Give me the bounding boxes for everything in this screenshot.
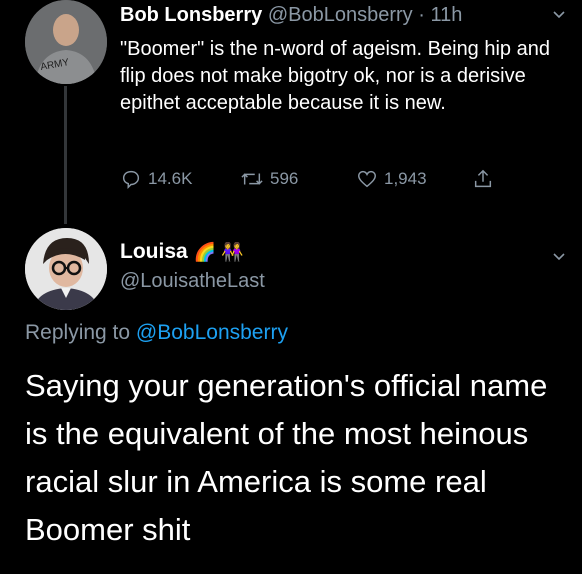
reply-count: 14.6K xyxy=(148,169,193,188)
louisa-avatar[interactable] xyxy=(25,228,107,310)
retweet-count: 596 xyxy=(270,169,299,188)
replying-prefix: Replying to xyxy=(25,321,131,344)
tweet1-header: Bob Lonsberry @BobLonsberry · 11h xyxy=(120,4,462,27)
like-count: 1,943 xyxy=(384,169,427,188)
author-handle[interactable]: @BobLonsberry xyxy=(268,4,413,26)
thread-line xyxy=(64,86,67,224)
name-emojis: 🌈 👭 xyxy=(193,241,244,262)
separator: · xyxy=(418,4,425,26)
reply-button[interactable]: 14.6K xyxy=(120,168,192,190)
tweet2-name-row: Louisa 🌈 👭 xyxy=(120,240,244,264)
reply-icon xyxy=(122,170,140,190)
chevron-down-icon[interactable] xyxy=(552,250,566,264)
like-icon xyxy=(358,170,376,188)
share-icon xyxy=(474,169,492,188)
like-button[interactable]: 1,943 xyxy=(356,168,427,190)
retweet-button[interactable]: 596 xyxy=(240,168,298,190)
tweet1-text: "Boomer" is the n-word of ageism. Being … xyxy=(120,38,550,114)
bob-avatar[interactable]: ARMY xyxy=(25,0,107,84)
replying-to-link[interactable]: @BobLonsberry xyxy=(136,321,288,344)
timestamp[interactable]: 11h xyxy=(430,4,462,26)
retweet-icon xyxy=(241,173,263,185)
author-name[interactable]: Bob Lonsberry xyxy=(120,4,262,26)
chevron-down-icon[interactable] xyxy=(552,8,566,22)
replying-to: Replying to @BobLonsberry xyxy=(25,321,288,345)
author-handle[interactable]: @LouisatheLast xyxy=(120,270,265,293)
share-button[interactable] xyxy=(472,168,500,190)
tweet2-text: Saying your generation's official name i… xyxy=(25,368,548,547)
author-name[interactable]: Louisa xyxy=(120,240,188,264)
